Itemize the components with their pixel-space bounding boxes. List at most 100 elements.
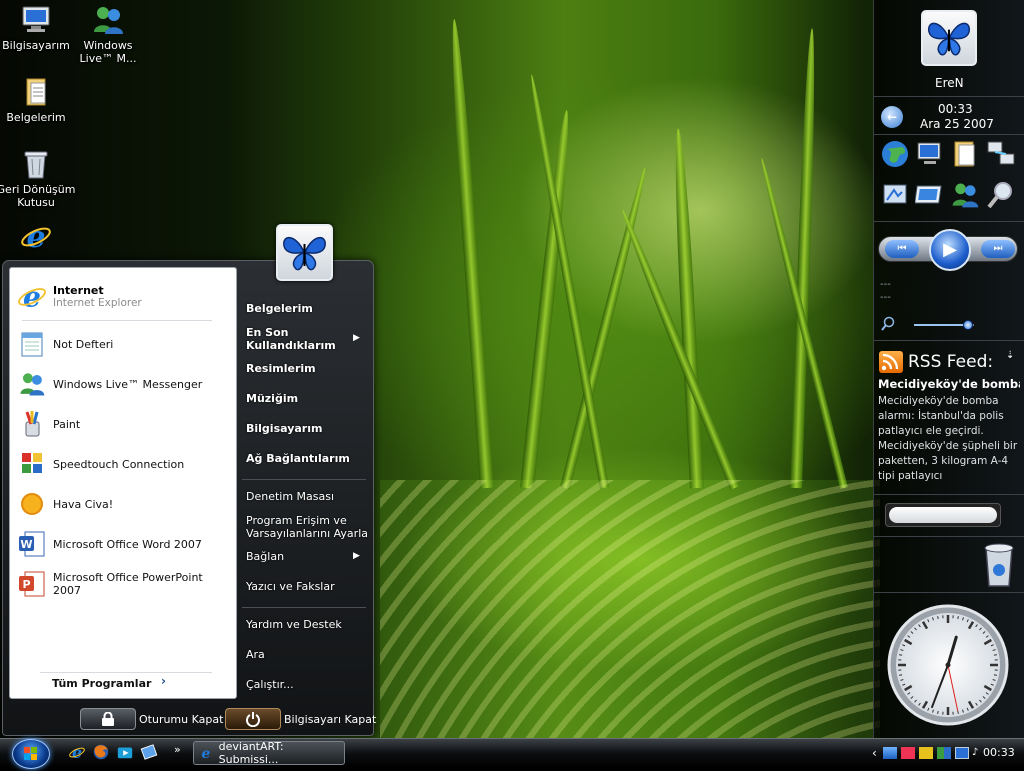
documents-icon [19,76,53,108]
link-program-access-line1[interactable]: Program Erişim ve [246,514,347,527]
computer-icon [19,4,53,36]
tray-monitor-icon[interactable] [955,747,969,759]
program-powerpoint[interactable]: P Microsoft Office PowerPoint 2007 [16,566,230,602]
program-paint[interactable]: Paint [16,406,230,442]
link-network[interactable]: Ağ Bağlantılarım [246,452,350,465]
messenger-icon[interactable] [950,180,980,210]
program-weather[interactable]: Hava Civa! [16,486,230,522]
tray-app-icon[interactable] [901,747,915,759]
tray-volume-icon[interactable]: ♪ [972,747,984,759]
svg-text:e: e [72,743,82,761]
link-printers[interactable]: Yazıcı ve Fakslar [246,580,335,593]
control-panel-icon[interactable] [880,180,910,210]
taskbar-button-deviantart[interactable]: e deviantART: Submissi... [193,741,345,765]
rss-headline[interactable]: Mecidiyeköy'de bomba [878,377,1020,391]
link-help[interactable]: Yardım ve Destek [246,618,342,631]
start-button[interactable] [12,739,50,769]
word-icon: W [16,528,48,560]
sidebar-time: 00:33 [938,102,973,116]
link-music[interactable]: Müziğim [246,392,298,405]
user-picture[interactable] [276,224,333,281]
next-track-icon[interactable]: ⏭ [981,240,1015,258]
windows-logo-icon [13,740,49,768]
window-icon[interactable] [915,180,945,210]
program-label: Hava Civa! [53,498,113,511]
grass-blade [447,19,494,489]
weather-icon [16,488,48,520]
quick-launch-overflow[interactable]: » [174,743,181,756]
play-button[interactable]: ▶ [929,229,971,271]
desktop-icon-label: Bilgisayarım [2,39,70,52]
link-recent-line2[interactable]: Kullandıklarım [246,339,336,352]
program-messenger[interactable]: Windows Live™ Messenger [16,366,230,402]
tray-expand-icon[interactable]: ‹ [872,746,877,760]
separator [874,340,1024,341]
program-label: Paint [53,418,80,431]
previous-track-icon[interactable]: ⏮ [885,240,919,258]
link-recent-line1[interactable]: En Son [246,326,289,339]
taskbar-clock[interactable]: 00:33 [983,746,1015,759]
link-pictures[interactable]: Resimlerim [246,362,316,375]
link-run[interactable]: Çalıştır... [246,678,294,691]
svg-text:e: e [201,746,210,761]
shut-down-button[interactable] [225,708,281,730]
program-speedtouch[interactable]: Speedtouch Connection [16,446,230,482]
link-control-panel[interactable]: Denetim Masası [246,490,334,503]
recycle-bin-icon[interactable] [981,540,1017,588]
log-off-label[interactable]: Oturumu Kapat [139,713,223,726]
pinned-internet-explorer[interactable]: e InternetInternet Explorer [16,276,230,316]
separator [874,96,1024,97]
rss-menu-arrow-icon[interactable]: ⇣ [1006,350,1014,361]
documents-icon[interactable] [950,139,980,169]
program-label: Microsoft Office PowerPoint 2007 [53,571,230,597]
media-player-icon[interactable] [116,743,134,761]
internet-explorer-icon[interactable]: e [68,743,86,761]
sidebar-search-input[interactable] [889,507,997,523]
network-icon[interactable] [986,139,1016,169]
pinned-subtitle: Internet Explorer [53,297,142,309]
desktop-icon-label: Geri Dönüşüm Kutusu [0,183,75,209]
link-connect[interactable]: Bağlan [246,550,284,563]
clock-tick [899,655,902,656]
separator [874,592,1024,593]
log-off-button[interactable] [80,708,136,730]
svg-text:e: e [23,280,41,312]
globe-icon[interactable] [880,139,910,169]
rss-body: Mecidiyeköy'de bomba alarmı: İstanbul'da… [878,394,1020,484]
program-label: Not Defteri [53,338,113,351]
back-arrow-icon[interactable]: ← [881,106,903,128]
link-documents[interactable]: Belgelerim [246,302,313,315]
program-notepad[interactable]: Not Defteri [16,326,230,362]
desktop-icon-label: Windows Live™ M... [80,39,137,65]
show-desktop-icon[interactable] [140,743,158,761]
all-programs-arrow-icon[interactable]: › [161,674,166,688]
link-search[interactable]: Ara [246,648,265,661]
svg-text:e: e [26,220,45,252]
firefox-icon[interactable] [92,743,110,761]
sidebar-user-picture[interactable] [921,10,977,66]
volume-slider-thumb[interactable] [963,320,973,330]
internet-explorer-icon: e [198,745,214,761]
link-program-access-line2[interactable]: Varsayılanlarını Ayarla [246,527,368,540]
clock-tick [958,616,959,619]
tray-app-icon[interactable] [937,747,951,759]
search-icon[interactable] [986,180,1016,210]
computer-icon[interactable] [915,139,945,169]
power-icon [245,711,261,727]
desktop-icon-messenger[interactable]: Windows Live™ M... [68,4,148,65]
link-computer[interactable]: Bilgisayarım [246,422,322,435]
desktop-icon-recycle-bin[interactable]: Geri Dönüşüm Kutusu [0,148,76,209]
clock-tick [994,675,997,676]
all-programs-label[interactable]: Tüm Programlar [52,677,151,690]
program-word[interactable]: W Microsoft Office Word 2007 [16,526,230,562]
desktop-icon-computer[interactable]: Bilgisayarım [0,4,76,52]
desktop-icon-internet-explorer[interactable]: e [0,220,76,255]
separator [874,536,1024,537]
shut-down-label[interactable]: Bilgisayarı Kapat [284,713,376,726]
tray-app-icon[interactable] [919,747,933,759]
volume-icon [880,316,896,332]
tray-network-icon[interactable] [883,747,897,759]
separator [874,221,1024,222]
taskbar-button-label: deviantART: Submissi... [219,740,344,766]
desktop-icon-documents[interactable]: Belgelerim [0,76,76,124]
